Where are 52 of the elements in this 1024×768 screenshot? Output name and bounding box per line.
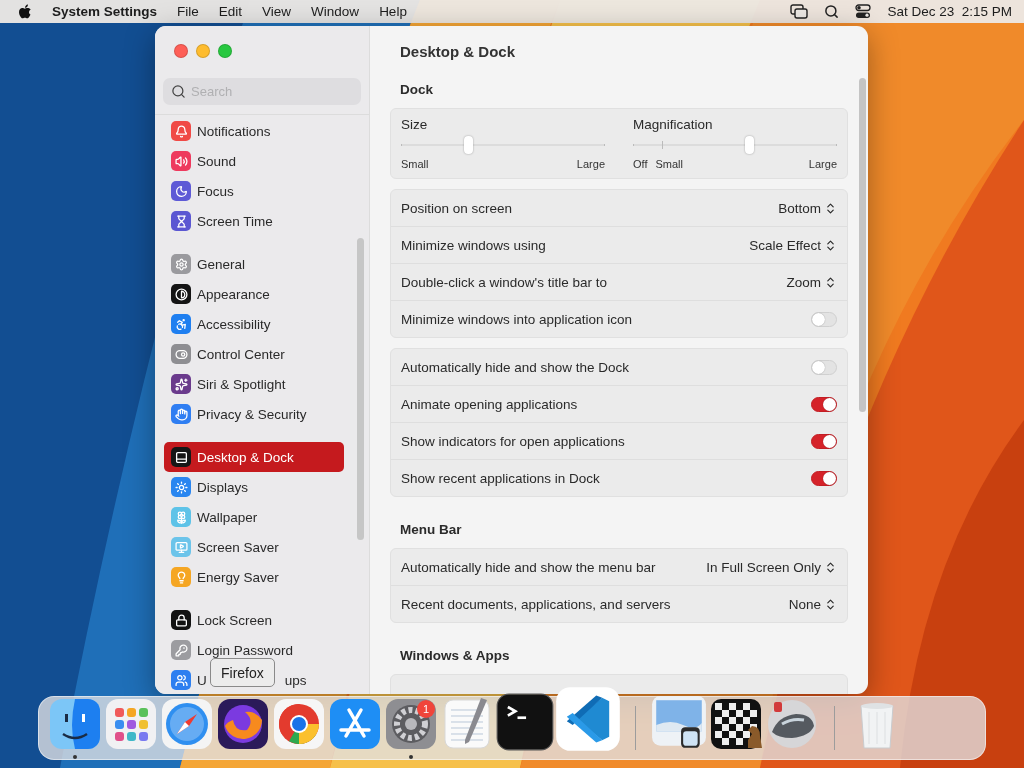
setting-label: Double-click a window's title bar to bbox=[401, 274, 607, 290]
popup-button[interactable]: Bottom bbox=[778, 200, 837, 216]
setting-label: Show indicators for open applications bbox=[401, 433, 625, 449]
tooltip: Firefox bbox=[210, 658, 275, 687]
sidebar-item[interactable]: Privacy & Security bbox=[164, 399, 344, 429]
sidebar-item[interactable]: General bbox=[164, 249, 344, 279]
setting-label: Minimize windows into application icon bbox=[401, 311, 633, 327]
sidebar-label[interactable]: U bbox=[197, 672, 207, 688]
sidebar-item[interactable]: Siri & Spotlight bbox=[164, 369, 344, 399]
sidebar-item[interactable]: Desktop & Dock bbox=[164, 442, 344, 472]
popup-button[interactable]: In Full Screen Only bbox=[706, 559, 837, 575]
sidebar-item[interactable]: Accessibility bbox=[164, 309, 344, 339]
slider-tick-label: Large bbox=[808, 158, 837, 170]
section-heading: Dock bbox=[399, 81, 434, 97]
slider-tick-label: Small bbox=[401, 158, 429, 170]
setting-label: Position on screen bbox=[401, 200, 513, 216]
slider-tick-label: Large bbox=[576, 158, 605, 170]
menu-bar-clock[interactable]: Sat Dec 23 2:15 PM bbox=[887, 4, 1012, 19]
slider-tick-label: Off bbox=[633, 158, 648, 170]
app-menu[interactable]: System Settings bbox=[52, 4, 158, 19]
sidebar-item[interactable]: Screen Saver bbox=[164, 532, 344, 562]
sidebar-label[interactable]: ups bbox=[284, 672, 307, 688]
setting-label: Automatically hide and show the Dock bbox=[401, 359, 630, 375]
setting-label: Animate opening applications bbox=[401, 396, 578, 412]
section-heading: Menu Bar bbox=[399, 521, 463, 537]
sidebar-item[interactable]: Displays bbox=[164, 472, 344, 502]
popup-button[interactable]: Scale Effect bbox=[749, 237, 837, 253]
popup-button[interactable]: Zoom bbox=[786, 274, 837, 290]
setting-label: Recent documents, applications, and servers bbox=[401, 596, 671, 612]
setting-label: Minimize windows using bbox=[401, 237, 546, 253]
setting-label: Show recent applications in Dock bbox=[401, 470, 600, 486]
section-heading: Windows & Apps bbox=[399, 647, 511, 663]
slider-label: Size bbox=[401, 117, 429, 132]
sidebar-item[interactable]: Wallpaper bbox=[164, 502, 344, 532]
sidebar-item[interactable]: Appearance bbox=[164, 279, 344, 309]
sidebar-item[interactable]: Energy Saver bbox=[164, 562, 344, 592]
slider-tick-label: Small bbox=[655, 158, 683, 170]
menu-item[interactable]: Edit bbox=[218, 4, 243, 19]
sidebar-item[interactable]: Screen Time bbox=[164, 206, 344, 236]
menu-item[interactable]: View bbox=[262, 4, 292, 19]
sidebar-item[interactable]: Control Center bbox=[164, 339, 344, 369]
popup-button[interactable]: None bbox=[788, 596, 837, 612]
sidebar-item[interactable]: Lock Screen bbox=[164, 605, 344, 635]
menu-item[interactable]: Help bbox=[379, 4, 407, 19]
sidebar-item[interactable]: Focus bbox=[164, 176, 344, 206]
window-title: Desktop & Dock bbox=[399, 41, 517, 62]
slider-label: Magnification bbox=[633, 117, 714, 132]
setting-label: Automatically hide and show the menu bar bbox=[401, 559, 656, 575]
sidebar-item[interactable]: Notifications bbox=[164, 116, 344, 146]
menu-item[interactable]: File bbox=[177, 4, 199, 19]
menu-item[interactable]: Window bbox=[311, 4, 360, 19]
sidebar-item[interactable]: Sound bbox=[164, 146, 344, 176]
